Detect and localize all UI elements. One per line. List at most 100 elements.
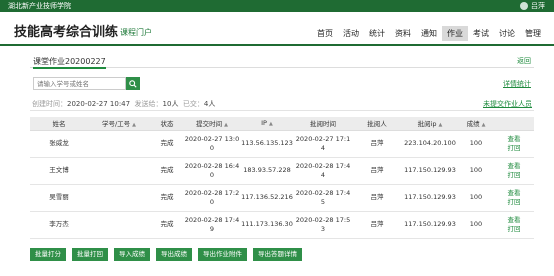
unsubmitted-link[interactable]: 未提交作业人员 [483,99,532,110]
created-label: 创建时间： [32,100,67,108]
cell-status: 完成 [150,211,184,239]
course-portal-link[interactable]: 课程门户 [120,27,152,38]
cell-actions: 查看 打回 [494,211,534,239]
cell-review-ip: 117.150.129.93 [402,211,458,239]
cell-reviewer: 吕萍 [352,130,402,158]
cell-review-ip: 117.150.129.93 [402,157,458,185]
search-button[interactable] [126,77,140,90]
bulk-action-button[interactable]: 导出答题详情 [253,247,302,261]
nav-item[interactable]: 考试 [468,26,494,41]
user-menu[interactable]: 吕萍 [520,0,545,12]
cell-status: 完成 [150,130,184,158]
return-link[interactable]: 打回 [494,144,534,153]
return-link[interactable]: 打回 [494,171,534,180]
col-student-id-label: 学号/工号 [101,120,131,129]
table-row: 张威龙 完成 2020-02-27 13:00 113.56.135.123 2020-… [30,130,534,158]
return-link[interactable]: 打回 [494,225,534,234]
col-actions [494,117,534,131]
header-divider [0,44,554,46]
cell-ip: 113.56.135.123 [240,130,294,158]
cell-submit: 2020-02-27 13:00 [184,130,240,158]
homework-panel: 课堂作业20200227 返回 详情统计 创建时间：2020-02-27 10:… [30,48,534,274]
bulk-action-button[interactable]: 导出作业附件 [198,247,247,261]
top-bar: 湖北新产业技师学院 吕萍 [0,0,554,12]
view-link[interactable]: 查看 [494,189,534,198]
cell-review-time: 2020-02-28 17:44 [294,157,352,185]
table-row: 王文博 完成 2020-02-28 16:40 183.93.57.228 2020-0… [30,157,534,185]
nav-item[interactable]: 活动 [338,26,364,41]
nav-item[interactable]: 统计 [364,26,390,41]
return-link[interactable]: 打回 [494,198,534,207]
cell-score: 100 [458,130,494,158]
course-header: 技能高考综合训练 课程门户 首页 活动 统计 资料 通知 作业 考试 讨论 管理 [0,12,554,44]
sort-icon: ▲ [132,122,137,129]
sort-icon: ▲ [268,121,273,128]
col-ip[interactable]: IP ▲ [240,117,294,131]
cell-submit: 2020-02-28 17:49 [184,211,240,239]
search-row: 详情统计 [30,77,534,90]
table-row: 李万杰 完成 2020-02-28 17:49 111.173.136.30 2020-… [30,211,534,239]
cell-ip: 111.173.136.30 [240,211,294,239]
bulk-action-button[interactable]: 批量打回 [72,247,108,261]
cell-name: 吴雪丽 [30,184,88,212]
view-link[interactable]: 查看 [494,162,534,171]
bulk-action-button[interactable]: 批量打分 [30,247,66,261]
col-submit-time[interactable]: 提交时间 ▲ [184,117,240,131]
cell-name: 王文博 [30,157,88,185]
cell-submit: 2020-02-28 17:20 [184,184,240,212]
sent-count: 10人 [162,100,179,108]
cell-score: 100 [458,157,494,185]
bulk-action-button[interactable]: 导出成绩 [156,247,192,261]
section-header: 课堂作业20200227 返回 [30,48,534,69]
submissions-table: 姓名 学号/工号 ▲ 状态 提交时间 ▲ IP ▲ 批阅时间 批阅人 批阅ip ▲ 成绩… [30,117,534,239]
cell-review-time: 2020-02-28 17:53 [294,211,352,239]
col-ip-label: IP [261,119,267,128]
homework-title: 课堂作业20200227 [33,56,106,69]
homework-meta: 创建时间：2020-02-27 10:47 发送给：10人 已交：4人 [32,99,215,110]
cell-submit: 2020-02-28 16:40 [184,157,240,185]
cell-score: 100 [458,184,494,212]
user-name: 吕萍 [531,2,545,10]
detail-stats-link[interactable]: 详情统计 [503,79,531,89]
cell-reviewer: 吕萍 [352,157,402,185]
course-nav: 首页 活动 统计 资料 通知 作业 考试 讨论 管理 [312,26,546,41]
nav-item[interactable]: 讨论 [494,26,520,41]
cell-name: 张威龙 [30,130,88,158]
col-reviewer: 批阅人 [352,117,402,131]
col-student-id[interactable]: 学号/工号 ▲ [88,117,150,131]
cell-name: 李万杰 [30,211,88,239]
cell-review-ip: 223.104.20.100 [402,130,458,158]
col-score-label: 成绩 [466,120,480,129]
search-box [33,77,140,90]
back-link[interactable]: 返回 [517,56,531,67]
col-score[interactable]: 成绩 ▲ [458,117,494,131]
nav-item[interactable]: 资料 [390,26,416,41]
cell-id [88,157,150,185]
search-input[interactable] [33,77,126,90]
cell-actions: 查看 打回 [494,157,534,185]
avatar [520,2,528,10]
nav-item[interactable]: 通知 [416,26,442,41]
nav-item[interactable]: 管理 [520,26,546,41]
search-icon [129,79,137,88]
bulk-action-button[interactable]: 导入成绩 [114,247,150,261]
school-name: 湖北新产业技师学院 [8,2,71,10]
cell-ip: 117.136.52.216 [240,184,294,212]
cell-id [88,211,150,239]
cell-review-ip: 117.150.129.93 [402,184,458,212]
col-review-time: 批阅时间 [294,117,352,131]
sort-icon: ▲ [481,122,486,129]
cell-status: 完成 [150,184,184,212]
view-link[interactable]: 查看 [494,216,534,225]
table-header-row: 姓名 学号/工号 ▲ 状态 提交时间 ▲ IP ▲ 批阅时间 批阅人 批阅ip ▲ 成绩… [30,117,534,131]
cell-reviewer: 吕萍 [352,211,402,239]
nav-item[interactable]: 首页 [312,26,338,41]
col-name: 姓名 [30,117,88,131]
cell-actions: 查看 打回 [494,184,534,212]
view-link[interactable]: 查看 [494,135,534,144]
table-row: 吴雪丽 完成 2020-02-28 17:20 117.136.52.216 2020-… [30,184,534,212]
col-review-ip[interactable]: 批阅ip ▲ [402,117,458,131]
sent-label: 发送给： [134,100,163,108]
meta-row: 创建时间：2020-02-27 10:47 发送给：10人 已交：4人 未提交作… [30,99,534,111]
nav-item[interactable]: 作业 [442,26,468,41]
